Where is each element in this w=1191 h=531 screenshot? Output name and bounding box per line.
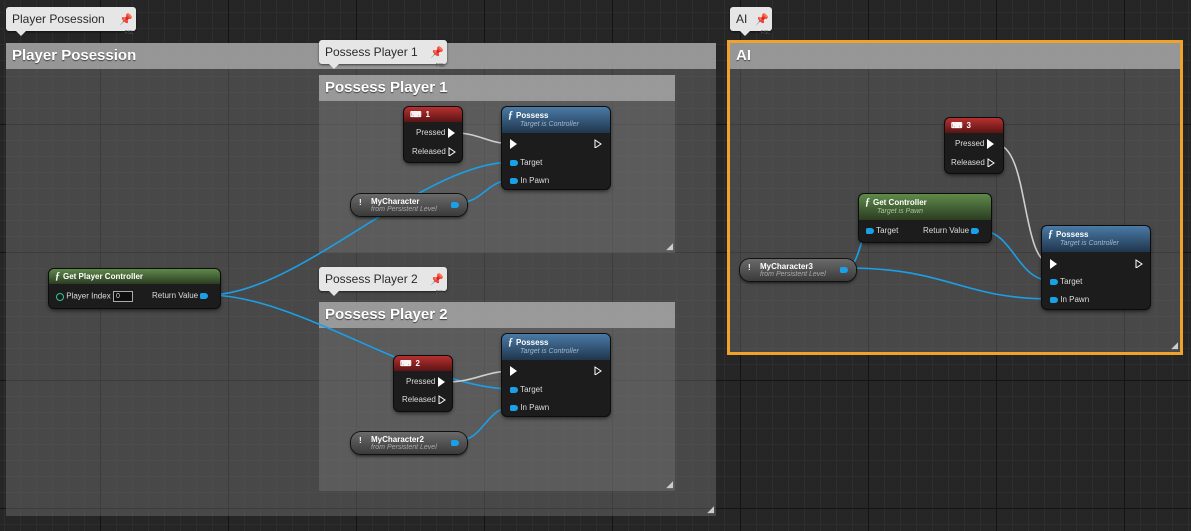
object-pin-icon	[1050, 278, 1058, 285]
object-pin-icon	[866, 227, 874, 234]
node-header: ƒ Get Player Controller	[49, 269, 220, 284]
function-icon: ƒ	[508, 110, 513, 121]
wire-pc-target1	[207, 161, 514, 296]
object-pin-icon[interactable]	[840, 267, 848, 273]
pin-in-pawn[interactable]: In Pawn	[1050, 295, 1089, 304]
object-pin-icon	[1050, 296, 1058, 303]
pin-released[interactable]: Released	[402, 395, 446, 405]
object-pin-icon	[971, 227, 980, 234]
exec-pin-empty-icon	[594, 366, 602, 376]
exec-pin-icon	[437, 377, 445, 387]
wire-pc-target2	[207, 294, 514, 390]
node-possess-3[interactable]: ƒ Possess Target is Controller Target In P…	[1042, 226, 1150, 309]
pin-return-value[interactable]: Return Value	[152, 291, 209, 300]
keyboard-icon: ⌨	[951, 121, 963, 130]
keyboard-icon: ⌨	[400, 359, 412, 368]
exec-pin-empty-icon	[448, 147, 456, 157]
node-mycharacter3[interactable]: ! MyCharacter3 from Persistent Level	[740, 259, 856, 281]
exec-pin-icon	[1050, 259, 1057, 269]
wire-char3-pawn	[845, 267, 1054, 300]
node-get-controller[interactable]: ƒ Get Controller Target is Pawn Target Ret…	[859, 194, 991, 242]
node-mycharacter[interactable]: ! MyCharacter from Persistent Level	[351, 194, 467, 216]
node-header: ⌨ 1	[404, 107, 462, 122]
node-get-player-controller[interactable]: ƒ Get Player Controller Player Index 0 Re…	[49, 269, 220, 308]
pin-released[interactable]: Released	[951, 158, 995, 168]
object-pin-icon[interactable]	[451, 202, 459, 208]
object-pin-icon[interactable]	[451, 440, 459, 446]
pin-exec-in[interactable]	[510, 139, 517, 149]
exec-pin-icon	[510, 366, 517, 376]
reference-icon: !	[748, 263, 751, 272]
pin-target[interactable]: Target	[1050, 277, 1082, 286]
function-icon: ƒ	[865, 197, 870, 208]
node-header: ⌨ 3	[945, 118, 1003, 133]
pin-exec-in[interactable]	[510, 366, 517, 376]
pin-target[interactable]: Target	[510, 158, 542, 167]
reference-icon: !	[359, 198, 362, 207]
exec-pin-icon	[447, 128, 455, 138]
wires-layer	[207, 132, 1054, 442]
exec-pin-empty-icon	[1135, 259, 1143, 269]
node-header: ƒ Get Controller Target is Pawn	[859, 194, 991, 220]
pin-return-value[interactable]: Return Value	[923, 226, 980, 235]
pin-pressed[interactable]: Pressed	[406, 377, 445, 387]
function-icon: ƒ	[1048, 229, 1053, 240]
pin-exec-out[interactable]	[594, 139, 602, 149]
player-index-field[interactable]: 0	[112, 291, 133, 302]
node-key-2[interactable]: ⌨ 2 Pressed Released	[394, 356, 452, 411]
node-header: ƒ Possess Target is Controller	[1042, 226, 1150, 252]
pin-exec-out[interactable]	[594, 366, 602, 376]
node-mycharacter2[interactable]: ! MyCharacter2 from Persistent Level	[351, 432, 467, 454]
object-pin-icon	[200, 292, 209, 299]
pin-target[interactable]: Target	[866, 226, 898, 235]
reference-icon: !	[359, 436, 362, 445]
node-possess-2[interactable]: ƒ Possess Target is Controller Target In P…	[502, 334, 610, 416]
exec-pin-icon	[986, 139, 994, 149]
keyboard-icon: ⌨	[410, 110, 422, 119]
object-pin-icon	[510, 159, 518, 166]
node-header: ⌨ 2	[394, 356, 452, 371]
pin-target[interactable]: Target	[510, 385, 542, 394]
node-possess-1[interactable]: ƒ Possess Target is Controller Target In P…	[502, 107, 610, 189]
pin-pressed[interactable]: Pressed	[416, 128, 455, 138]
node-header: ƒ Possess Target is Controller	[502, 107, 610, 133]
pin-exec-out[interactable]	[1135, 259, 1143, 269]
pin-in-pawn[interactable]: In Pawn	[510, 176, 549, 185]
pin-player-index[interactable]: Player Index 0	[56, 291, 133, 302]
object-pin-icon	[510, 177, 518, 184]
exec-pin-icon	[510, 139, 517, 149]
object-pin-icon	[510, 386, 518, 393]
node-key-1[interactable]: ⌨ 1 Pressed Released	[404, 107, 462, 162]
node-header: ƒ Possess Target is Controller	[502, 334, 610, 360]
pin-released[interactable]: Released	[412, 147, 456, 157]
function-icon: ƒ	[55, 271, 60, 282]
pin-exec-in[interactable]	[1050, 259, 1057, 269]
object-pin-icon	[510, 404, 518, 411]
pin-pressed[interactable]: Pressed	[955, 139, 994, 149]
int-pin-icon	[56, 292, 64, 301]
node-key-3[interactable]: ⌨ 3 Pressed Released	[945, 118, 1003, 173]
pin-in-pawn[interactable]: In Pawn	[510, 403, 549, 412]
function-icon: ƒ	[508, 337, 513, 348]
exec-pin-empty-icon	[987, 158, 995, 168]
exec-pin-empty-icon	[438, 395, 446, 405]
exec-pin-empty-icon	[594, 139, 602, 149]
